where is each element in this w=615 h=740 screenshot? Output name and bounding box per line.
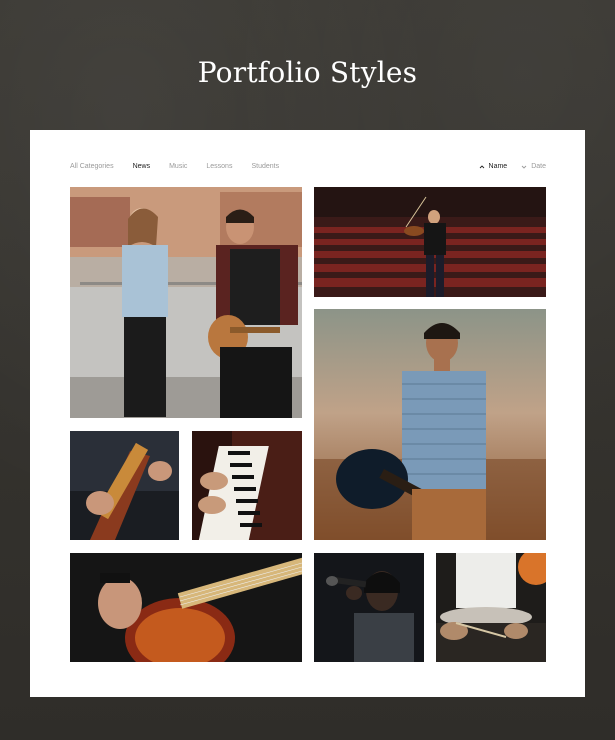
bass-guitar-image <box>70 553 302 662</box>
portfolio-card: All Categories News Music Lessons Studen… <box>30 130 585 697</box>
category-filters: All Categories News Music Lessons Studen… <box>70 163 298 170</box>
sort-date-label: Date <box>531 163 546 170</box>
portfolio-item-bass-guitar[interactable] <box>70 553 302 662</box>
filter-all-categories[interactable]: All Categories <box>70 163 114 170</box>
portfolio-item-rooftop-duo[interactable] <box>70 187 302 418</box>
guitar-closeup-image <box>70 431 179 540</box>
portfolio-item-guitar-closeup[interactable] <box>70 431 179 540</box>
sort-name[interactable]: Name <box>479 163 508 170</box>
sort-controls: Name Date <box>479 163 546 170</box>
filter-music[interactable]: Music <box>169 163 187 170</box>
filter-lessons[interactable]: Lessons <box>206 163 232 170</box>
portfolio-item-violinist[interactable] <box>314 187 546 297</box>
portfolio-item-singer[interactable] <box>314 553 424 662</box>
filter-students[interactable]: Students <box>251 163 279 170</box>
rooftop-duo-image <box>70 187 302 418</box>
portfolio-item-drummer[interactable] <box>436 553 546 662</box>
drummer-image <box>436 553 546 662</box>
chevron-up-icon <box>479 164 484 168</box>
piano-image <box>192 431 302 540</box>
singer-image <box>314 553 424 662</box>
page-title: Portfolio Styles <box>197 56 418 89</box>
field-guitarist-image <box>314 309 546 540</box>
violinist-image <box>314 187 546 297</box>
sort-name-label: Name <box>488 163 508 170</box>
filter-news[interactable]: News <box>133 163 151 170</box>
portfolio-item-field-guitarist[interactable] <box>314 309 546 540</box>
portfolio-item-piano[interactable] <box>192 431 302 540</box>
chevron-down-icon <box>521 165 527 169</box>
sort-date[interactable]: Date <box>521 163 546 170</box>
